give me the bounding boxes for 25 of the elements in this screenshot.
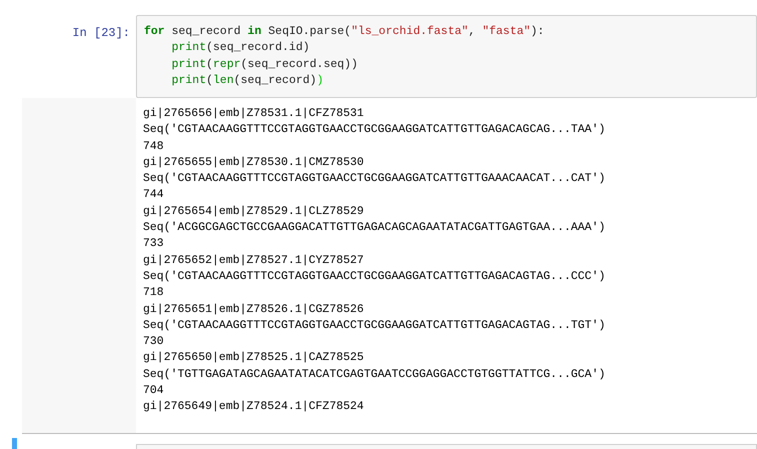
output-line: 718 — [143, 285, 165, 302]
output-line: gi|2765656|emb|Z78531.1|CFZ78531 — [143, 106, 365, 122]
output-line: gi|2765652|emb|Z78527.1|CYZ78527 — [143, 252, 365, 269]
code-line: print(len(seq_record)) — [170, 72, 324, 89]
output-line: gi|2765650|emb|Z78525.1|CAZ78525 — [143, 350, 365, 366]
output-line: gi|2765651|emb|Z78526.1|CGZ78526 — [143, 302, 365, 318]
output-line: Seq('CGTAACAAGGTTTCCGTAGGTGAACCTGCGGAAGGATCATTGTTGAAACAACAT...CAT') — [143, 171, 606, 188]
output-line: gi|2765649|emb|Z78524.1|CFZ78524 — [143, 399, 365, 416]
output-line: Seq('CGTAACAAGGTTTCCGTAGGTGAACCTGCGGAAGGATCATTGTTGAGACAGTAG...TGT') — [143, 318, 606, 334]
code-line: print(repr(seq_record.seq)) — [170, 56, 359, 73]
output-line: 704 — [143, 383, 165, 400]
output-line: gi|2765655|emb|Z78530.1|CMZ78530 — [143, 154, 365, 171]
code-line: for seq_record in SeqIO.parse("ls_orchid.fasta", "fasta"): — [144, 24, 546, 40]
output-line: 748 — [143, 138, 165, 155]
input-prompt: In [23]: — [72, 25, 130, 42]
output-line: 744 — [143, 187, 165, 204]
code-input-field[interactable]: for seq_record in SeqIO.parse("ls_orchid.fasta", "fasta"): print(seq_record.id) print(repr(seq_record.seq)) print(len(seq_record)) — [136, 15, 757, 98]
output-line: Seq('ACGGCGAGCTGCCGAAGGACATTGTTGAGACAGCAGAATATACGATTGAGTGAA...AAA') — [143, 220, 606, 236]
code-line: print(seq_record.id) — [170, 40, 311, 56]
output-line: Seq('CGTAACAAGGTTTCCGTAGGTGAACCTGCGGAAGGATCATTGTTGAGACAGTAG...CCC') — [143, 268, 606, 285]
output-line: gi|2765654|emb|Z78529.1|CLZ78529 — [143, 204, 365, 220]
output-line: 733 — [143, 236, 165, 252]
output-line: 730 — [143, 334, 165, 350]
output-line: Seq('CGTAACAAGGTTTCCGTAGGTGAACCTGCGGAAGGATCATTGTTGAGACAGCAG...TAA') — [143, 122, 606, 138]
output-line: Seq('TGTTGAGATAGCAGAATATACATCGAGTGAATCCGGAGGACCTGTGGTTATTCG...GCA') — [143, 366, 606, 383]
